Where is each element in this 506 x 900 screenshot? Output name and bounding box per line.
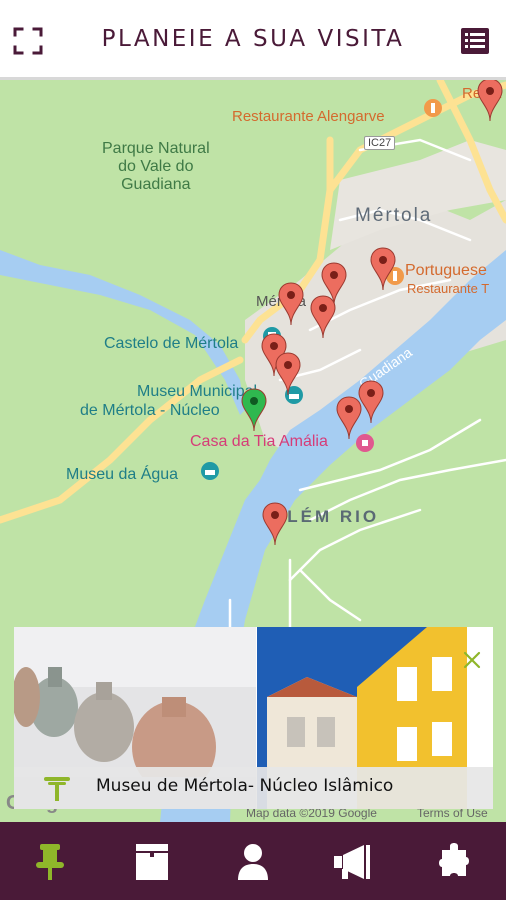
- map-pin-icon: [42, 775, 72, 803]
- restaurant-poi-icon[interactable]: [423, 98, 443, 118]
- label-museu-agua: Museu da Água: [66, 466, 179, 483]
- nav-puzzle[interactable]: [434, 840, 478, 884]
- label-castelo: Castelo de Mértola: [104, 335, 239, 352]
- map-marker[interactable]: [310, 295, 336, 339]
- label-museu-municipal-1: Museu Municipal: [137, 383, 258, 400]
- megaphone-icon: [334, 845, 370, 879]
- label-restaurante-t: Restaurante T: [407, 281, 490, 296]
- nav-megaphone[interactable]: [332, 840, 376, 884]
- map-marker[interactable]: [336, 396, 362, 440]
- nav-pushpin[interactable]: [28, 840, 72, 884]
- label-restaurante-alengarve: Restaurante Alengarve: [232, 108, 385, 125]
- map-marker[interactable]: [370, 247, 396, 291]
- card-caption-bar[interactable]: Museu de Mértola- Núcleo Islâmico: [14, 767, 493, 809]
- map-marker-selected[interactable]: [241, 388, 267, 432]
- map-marker[interactable]: [275, 352, 301, 396]
- map-marker[interactable]: [477, 80, 503, 122]
- close-icon[interactable]: [461, 649, 483, 671]
- pushpin-icon: [36, 844, 64, 880]
- page-title: PLANEIE A SUA VISITA: [101, 26, 405, 52]
- calendar-icon: [136, 844, 168, 880]
- nav-person[interactable]: [231, 840, 275, 884]
- label-road-ic27: IC27: [364, 136, 396, 150]
- label-casa-tia-amalia: Casa da Tia Amália: [190, 433, 328, 450]
- map-marker[interactable]: [278, 282, 304, 326]
- bottom-navigation: [0, 822, 506, 900]
- museum-agua-poi-icon[interactable]: [200, 461, 220, 481]
- puzzle-icon: [439, 843, 469, 876]
- label-mertola-town: Mértola: [355, 205, 433, 226]
- app-header: PLANEIE A SUA VISITA: [0, 0, 506, 78]
- nav-calendar[interactable]: [130, 840, 174, 884]
- place-info-card[interactable]: Museu de Mértola- Núcleo Islâmico: [14, 627, 493, 809]
- list-icon[interactable]: [460, 27, 490, 55]
- label-museu-municipal-2: de Mértola - Núcleo: [80, 402, 220, 419]
- label-alem-rio: ALÉM RIO: [272, 507, 380, 526]
- label-parque-natural: Parque Natural do Vale do Guadiana: [102, 140, 210, 193]
- map-marker[interactable]: [262, 502, 288, 546]
- label-portuguese: Portuguese: [405, 262, 487, 279]
- place-title: Museu de Mértola- Núcleo Islâmico: [96, 776, 394, 796]
- person-icon: [238, 844, 268, 880]
